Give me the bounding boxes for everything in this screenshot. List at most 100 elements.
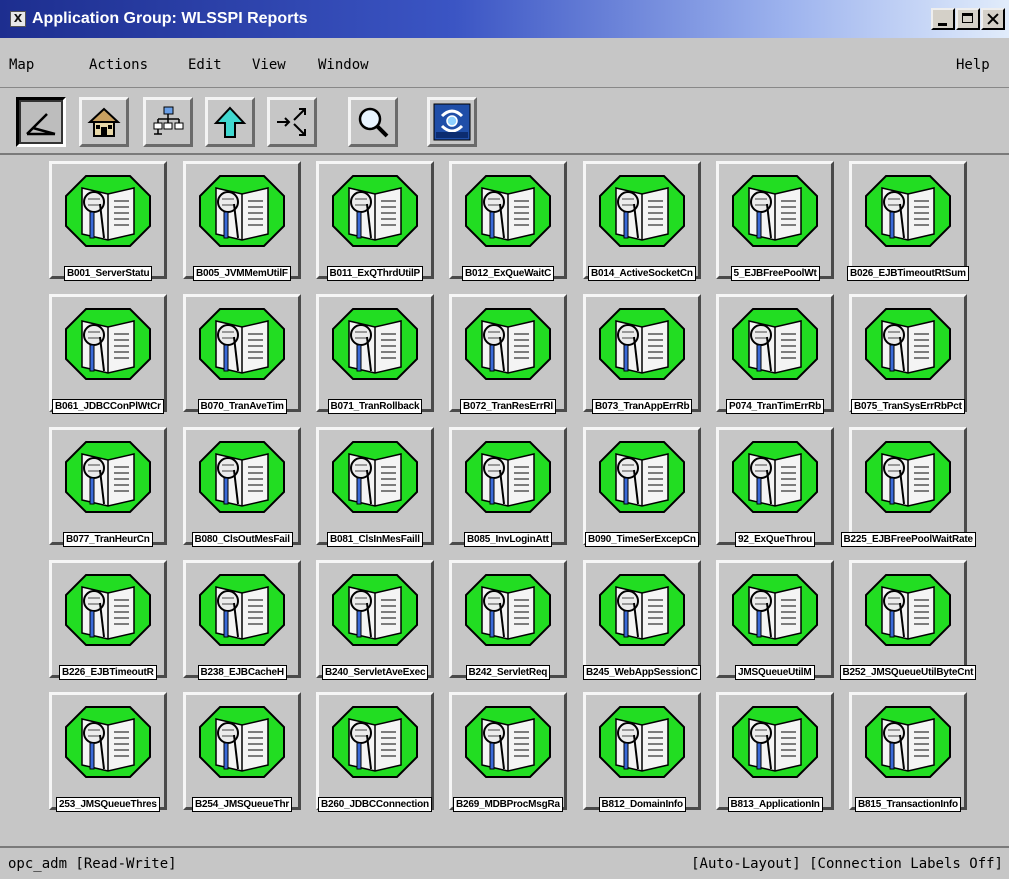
menu-edit[interactable]: Edit xyxy=(188,57,222,73)
map-symbol-r2-c5[interactable]: 92_ExQueThrou xyxy=(716,427,834,547)
report-book-icon xyxy=(199,706,285,778)
report-book-icon xyxy=(732,706,818,778)
map-symbol-label: B072_TranResErrRl xyxy=(460,399,556,414)
toolbar-button-pan[interactable] xyxy=(267,97,317,147)
menu-help[interactable]: Help xyxy=(956,57,990,73)
map-canvas[interactable]: B001_ServerStatu B005_JVMMemUtilF B011_E… xyxy=(0,156,1009,826)
application-window: X Application Group: WLSSPI Reports Map … xyxy=(0,0,1009,879)
map-symbol-r1-c4[interactable]: B073_TranAppErrRb xyxy=(583,294,701,414)
map-symbol-label: 5_EJBFreePoolWt xyxy=(730,266,820,281)
map-symbol-r1-c6[interactable]: B075_TranSysErrRbPct xyxy=(849,294,967,414)
map-symbol-r2-c4[interactable]: B090_TimeSerExcepCn xyxy=(583,427,701,547)
toolbar-button-close-view[interactable] xyxy=(16,97,66,147)
map-symbol-r3-c6[interactable]: B252_JMSQueueUtilByteCnt xyxy=(839,560,977,680)
map-symbol-label: B812_DomainInfo xyxy=(598,797,686,812)
map-symbol-r3-c0[interactable]: B226_EJBTimeoutR xyxy=(49,560,167,680)
toolbar-button-find[interactable] xyxy=(348,97,398,147)
map-symbol-label: B815_TransactionInfo xyxy=(855,797,961,812)
map-symbol-r0-c1[interactable]: B005_JVMMemUtilF xyxy=(183,161,301,281)
map-symbol-r4-c3[interactable]: B269_MDBProcMsgRa xyxy=(449,692,567,812)
report-book-icon xyxy=(865,441,951,513)
map-symbol-r3-c2[interactable]: B240_ServletAveExec xyxy=(316,560,434,680)
toolbar-button-tree[interactable] xyxy=(143,97,193,147)
map-symbol-r3-c1[interactable]: B238_EJBCacheH xyxy=(183,560,301,680)
tree-icon xyxy=(153,106,184,135)
report-book-icon xyxy=(332,574,418,646)
map-symbol-label: B085_InvLoginAtt xyxy=(464,532,552,547)
window-menu-icon[interactable]: X xyxy=(10,11,26,27)
report-book-icon xyxy=(332,308,418,380)
map-symbol-r0-c6[interactable]: B026_EJBTimeoutRtSum xyxy=(847,161,969,281)
map-symbol-r2-c0[interactable]: B077_TranHeurCn xyxy=(49,427,167,547)
report-book-icon xyxy=(65,706,151,778)
report-book-icon xyxy=(732,175,818,247)
map-symbol-r1-c3[interactable]: B072_TranResErrRl xyxy=(449,294,567,414)
map-symbol-r2-c6[interactable]: B225_EJBFreePoolWaitRate xyxy=(840,427,976,547)
report-book-icon xyxy=(465,574,551,646)
menu-map[interactable]: Map xyxy=(9,57,34,73)
map-symbol-r4-c5[interactable]: B813_ApplicationIn xyxy=(716,692,834,812)
map-symbol-r2-c2[interactable]: B081_ClsInMesFaill xyxy=(316,427,434,547)
toolbar-button-up[interactable] xyxy=(205,97,255,147)
map-symbol-r1-c2[interactable]: B071_TranRollback xyxy=(316,294,434,414)
map-symbol-r0-c5[interactable]: 5_EJBFreePoolWt xyxy=(716,161,834,281)
map-symbol-r3-c5[interactable]: JMSQueueUtilM xyxy=(716,560,834,680)
map-symbol-r2-c1[interactable]: B080_ClsOutMesFail xyxy=(183,427,301,547)
report-book-icon xyxy=(332,441,418,513)
map-symbol-r1-c0[interactable]: B061_JDBCConPlWtCr xyxy=(49,294,167,414)
minimize-button[interactable] xyxy=(931,8,955,30)
toolbar xyxy=(0,89,1009,155)
map-symbol-r0-c0[interactable]: B001_ServerStatu xyxy=(49,161,167,281)
map-symbol-label: B260_JDBCConnection xyxy=(318,797,432,812)
map-symbol-label: B026_EJBTimeoutRtSum xyxy=(847,266,969,281)
map-symbol-r0-c3[interactable]: B012_ExQueWaitC xyxy=(449,161,567,281)
map-symbol-label: B240_ServletAveExec xyxy=(322,665,429,680)
close-button[interactable] xyxy=(981,8,1005,30)
report-book-icon xyxy=(65,441,151,513)
status-layout-flags: [Auto-Layout] [Connection Labels Off] xyxy=(691,856,1003,872)
map-symbol-r0-c4[interactable]: B014_ActiveSocketCn xyxy=(583,161,701,281)
map-symbol-label: P074_TranTimErrRb xyxy=(726,399,825,414)
toolbar-button-hp-openview[interactable] xyxy=(427,97,477,147)
window-title: Application Group: WLSSPI Reports xyxy=(32,10,308,27)
report-book-icon xyxy=(465,706,551,778)
map-symbol-r3-c3[interactable]: B242_ServletReq xyxy=(449,560,567,680)
map-symbol-label: B071_TranRollback xyxy=(327,399,423,414)
report-book-icon xyxy=(599,175,685,247)
report-book-icon xyxy=(599,706,685,778)
status-user-mode: opc_adm [Read-Write] xyxy=(8,856,177,872)
map-symbol-r2-c3[interactable]: B085_InvLoginAtt xyxy=(449,427,567,547)
map-symbol-r4-c2[interactable]: B260_JDBCConnection xyxy=(316,692,434,812)
map-symbol-label: B073_TranAppErrRb xyxy=(592,399,693,414)
map-symbol-r4-c0[interactable]: 253_JMSQueueThres xyxy=(49,692,167,812)
pan-icon xyxy=(277,108,306,136)
report-book-icon xyxy=(65,175,151,247)
map-symbol-r4-c1[interactable]: B254_JMSQueueThr xyxy=(183,692,301,812)
report-book-icon xyxy=(865,175,951,247)
report-book-icon xyxy=(599,441,685,513)
map-symbol-r1-c5[interactable]: P074_TranTimErrRb xyxy=(716,294,834,414)
report-book-icon xyxy=(865,308,951,380)
map-symbol-r4-c6[interactable]: B815_TransactionInfo xyxy=(849,692,967,812)
maximize-button[interactable] xyxy=(956,8,980,30)
report-book-icon xyxy=(199,441,285,513)
map-symbol-r4-c4[interactable]: B812_DomainInfo xyxy=(583,692,701,812)
report-book-icon xyxy=(465,308,551,380)
menu-window[interactable]: Window xyxy=(318,57,369,73)
toolbar-button-home[interactable] xyxy=(79,97,129,147)
map-symbol-r0-c2[interactable]: B011_ExQThrdUtilP xyxy=(316,161,434,281)
map-symbol-r1-c1[interactable]: B070_TranAveTim xyxy=(183,294,301,414)
map-symbol-label: B245_WebAppSessionC xyxy=(583,665,701,680)
map-symbol-label: B242_ServletReq xyxy=(465,665,551,680)
menu-view[interactable]: View xyxy=(252,57,286,73)
map-symbol-label: B081_ClsInMesFaill xyxy=(327,532,423,547)
map-symbol-label: B238_EJBCacheH xyxy=(197,665,287,680)
map-symbol-label: B075_TranSysErrRbPct xyxy=(851,399,965,414)
report-book-icon xyxy=(599,574,685,646)
map-symbol-label: 253_JMSQueueThres xyxy=(56,797,160,812)
menu-actions[interactable]: Actions xyxy=(89,57,148,73)
menu-bar: Map Actions Edit View Window Help xyxy=(0,40,1009,88)
hp-openview-icon xyxy=(433,103,471,141)
map-symbol-r3-c4[interactable]: B245_WebAppSessionC xyxy=(583,560,701,680)
title-bar[interactable]: X Application Group: WLSSPI Reports xyxy=(0,0,1009,38)
